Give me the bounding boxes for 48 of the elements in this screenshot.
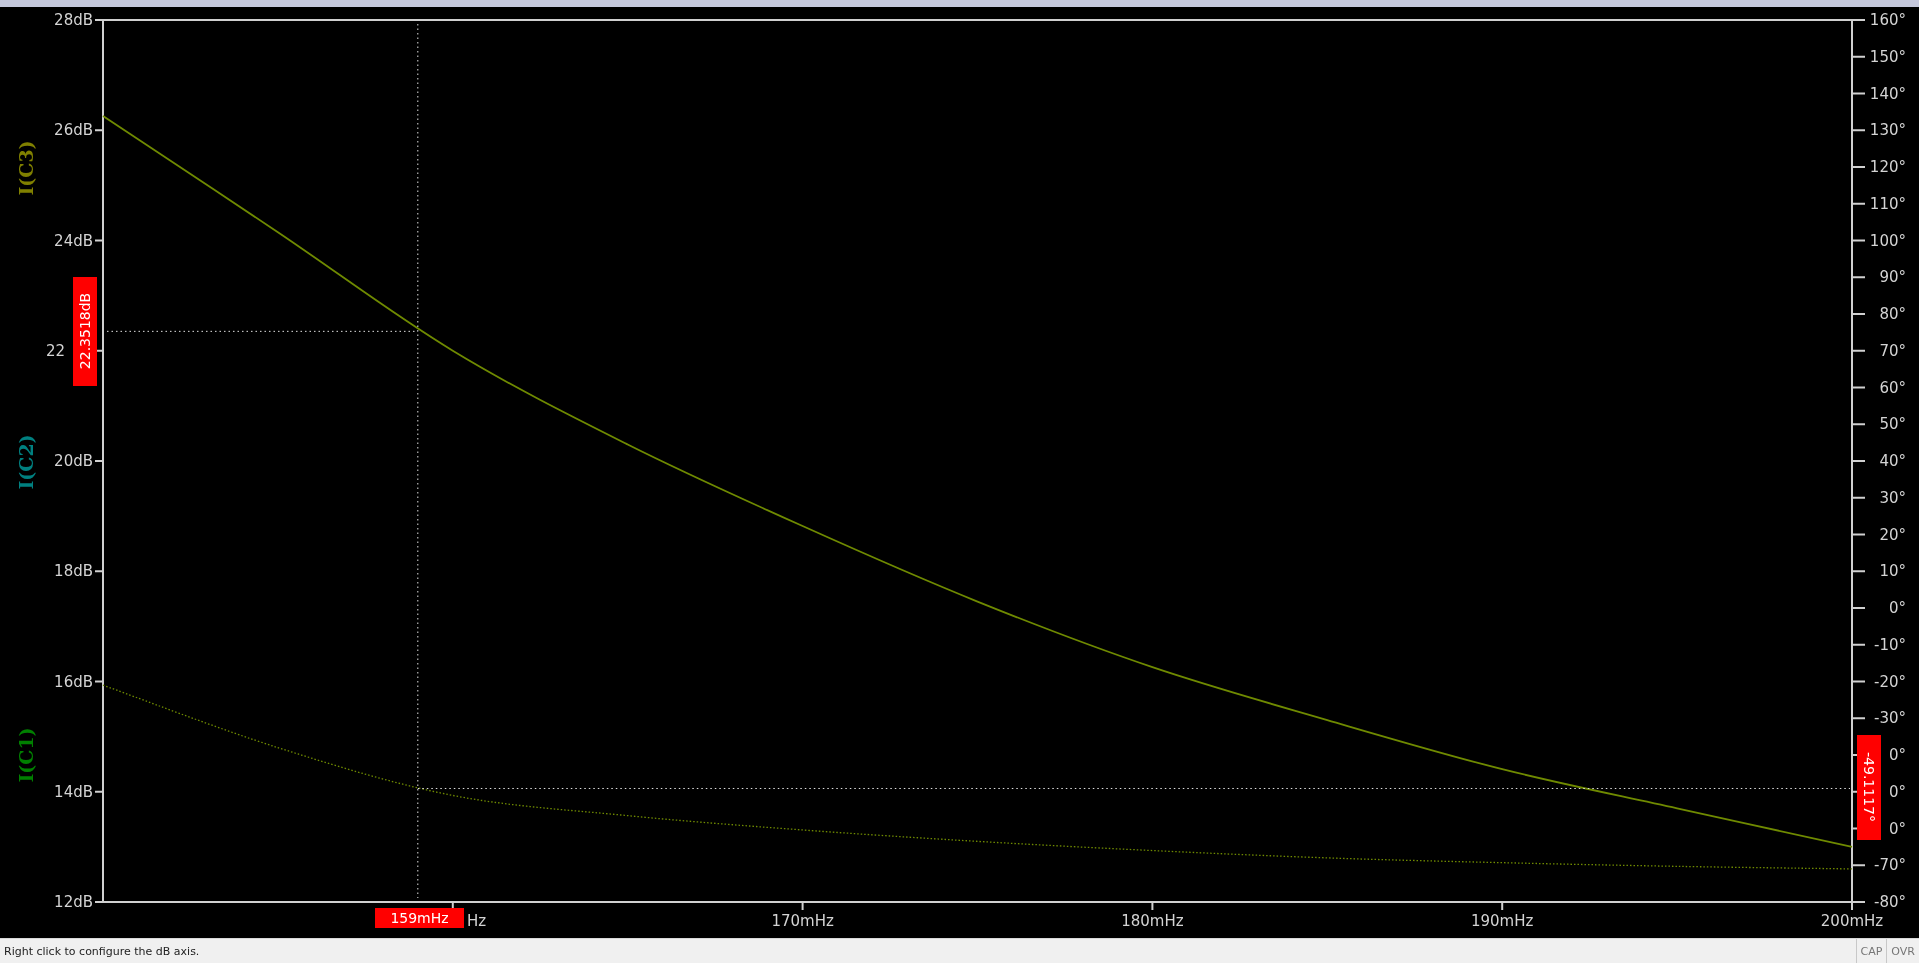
tick-label: -70° — [1874, 856, 1906, 875]
tick-label: 200mHz — [1820, 912, 1884, 930]
tick-label: 50° — [1879, 415, 1906, 434]
status-message: Right click to configure the dB axis. — [3, 944, 200, 958]
tick-label: 18dB — [54, 562, 93, 581]
tick-label: 90° — [1879, 268, 1906, 287]
cursor-readout: -49.1117° — [1857, 735, 1881, 840]
trace-label: I(C2) — [15, 434, 37, 490]
tick-label: -20° — [1874, 672, 1906, 691]
tick-label: 60° — [1879, 378, 1906, 397]
keyboard-indicator: CAP — [1855, 939, 1887, 963]
tick-label: 0° — [1888, 746, 1906, 764]
cursor-readout: 159mHz — [375, 908, 464, 928]
tick-label: 100° — [1869, 231, 1906, 250]
tick-label: 20° — [1879, 525, 1906, 544]
tick-label: 120° — [1869, 158, 1906, 176]
tick-label: 140° — [1869, 84, 1906, 103]
tick-label: 0° — [1888, 819, 1906, 838]
tick-label: 150° — [1869, 47, 1906, 66]
tick-label: 130° — [1869, 121, 1906, 140]
tick-label: 10° — [1879, 562, 1906, 581]
tick-label: 24dB — [54, 231, 93, 250]
tick-label: 20dB — [54, 452, 93, 470]
tick-label: 0° — [1888, 782, 1906, 801]
tick-label: 170mHz — [771, 912, 834, 930]
tick-label: 110° — [1869, 194, 1906, 213]
tick-label: 70° — [1879, 341, 1906, 360]
tick-label: 30° — [1879, 488, 1906, 507]
keyboard-indicator: OVR — [1886, 939, 1919, 963]
tick-label: 80° — [1879, 305, 1906, 323]
tick-label: 22 — [46, 341, 66, 360]
tick-label: 40° — [1879, 452, 1906, 470]
tick-label: 180mHz — [1121, 912, 1184, 930]
tick-label: 160° — [1869, 11, 1906, 29]
tick-label: 0° — [1888, 599, 1906, 617]
tick-label: -30° — [1874, 709, 1906, 728]
tick-label: -80° — [1874, 893, 1906, 911]
trace-label: I(C1) — [15, 727, 37, 783]
trace-label: I(C3) — [15, 140, 37, 196]
cursor-readout: 22.3518dB — [73, 277, 97, 386]
tick-label: 28dB — [54, 11, 93, 29]
tick-label: Hz — [467, 912, 487, 930]
tick-label: 16dB — [54, 672, 93, 691]
tick-label: -10° — [1874, 635, 1906, 654]
tick-label: 12dB — [54, 893, 93, 911]
tick-label: 14dB — [54, 782, 93, 801]
tick-label: 26dB — [54, 121, 93, 140]
tick-label: 190mHz — [1471, 912, 1534, 930]
